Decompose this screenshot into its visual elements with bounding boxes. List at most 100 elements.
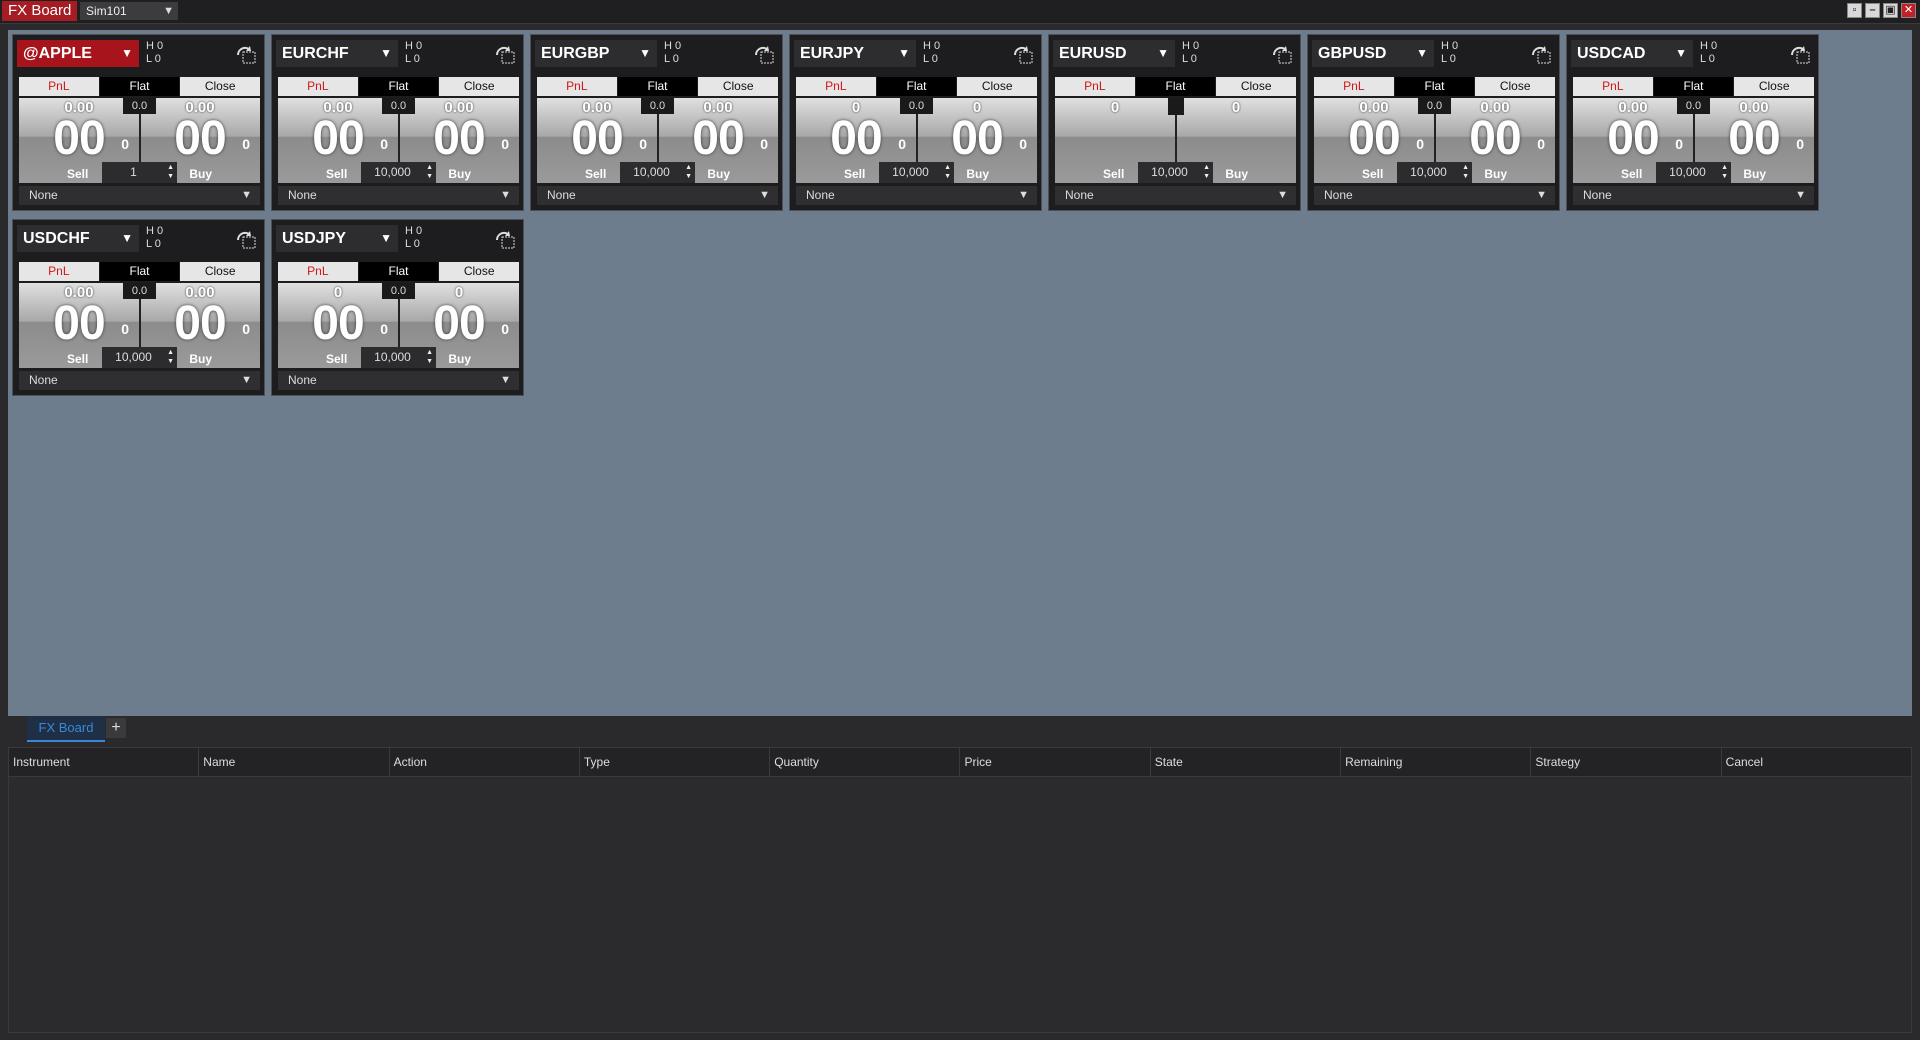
buy-label[interactable]: Buy xyxy=(1225,167,1248,181)
flat-button[interactable]: Flat xyxy=(1394,77,1475,96)
instrument-select[interactable]: USDCAD ▼ xyxy=(1571,40,1693,67)
spinner-arrows-icon[interactable]: ▲ ▼ xyxy=(1462,163,1469,181)
sell-label[interactable]: Sell xyxy=(67,167,88,181)
link-icon[interactable] xyxy=(1529,43,1553,65)
sell-label[interactable]: Sell xyxy=(844,167,865,181)
column-header[interactable]: Cancel xyxy=(1722,748,1911,776)
link-icon[interactable] xyxy=(1788,43,1812,65)
pnl-button[interactable]: PnL xyxy=(278,77,358,96)
column-header[interactable]: Instrument xyxy=(9,748,200,776)
column-header[interactable]: Type xyxy=(580,748,771,776)
pnl-button[interactable]: PnL xyxy=(1314,77,1394,96)
instrument-select[interactable]: EURUSD ▼ xyxy=(1053,40,1175,67)
link-icon[interactable] xyxy=(493,228,517,250)
quantity-stepper[interactable]: 10,000 ▲ ▼ xyxy=(1397,162,1472,183)
flat-button[interactable]: Flat xyxy=(1135,77,1216,96)
close-button[interactable]: Close xyxy=(180,262,261,281)
instrument-select[interactable]: EURJPY ▼ xyxy=(794,40,916,67)
buy-label[interactable]: Buy xyxy=(189,167,212,181)
quantity-stepper[interactable]: 10,000 ▲ ▼ xyxy=(361,347,436,368)
sell-label[interactable]: Sell xyxy=(1103,167,1124,181)
buy-label[interactable]: Buy xyxy=(189,352,212,366)
strategy-select[interactable]: None ▼ xyxy=(278,186,519,205)
strategy-select[interactable]: None ▼ xyxy=(1573,186,1814,205)
quantity-stepper[interactable]: 10,000 ▲ ▼ xyxy=(1138,162,1213,183)
column-header[interactable]: Quantity xyxy=(770,748,961,776)
spinner-arrows-icon[interactable]: ▲ ▼ xyxy=(944,163,951,181)
tab-fx-board[interactable]: FX Board xyxy=(27,716,105,742)
column-header[interactable]: State xyxy=(1151,748,1342,776)
quantity-stepper[interactable]: 10,000 ▲ ▼ xyxy=(1656,162,1731,183)
strategy-select[interactable]: None ▼ xyxy=(19,371,260,390)
instrument-select[interactable]: USDCHF ▼ xyxy=(17,225,139,252)
spinner-arrows-icon[interactable]: ▲ ▼ xyxy=(167,348,174,366)
close-button[interactable]: Close xyxy=(1475,77,1556,96)
buy-label[interactable]: Buy xyxy=(1743,167,1766,181)
sell-label[interactable]: Sell xyxy=(585,167,606,181)
sell-label[interactable]: Sell xyxy=(326,352,347,366)
pnl-button[interactable]: PnL xyxy=(278,262,358,281)
close-button[interactable]: Close xyxy=(1216,77,1297,96)
flat-button[interactable]: Flat xyxy=(1653,77,1734,96)
quantity-stepper[interactable]: 10,000 ▲ ▼ xyxy=(879,162,954,183)
instrument-select[interactable]: EURGBP ▼ xyxy=(535,40,657,67)
link-icon[interactable] xyxy=(752,43,776,65)
buy-label[interactable]: Buy xyxy=(448,167,471,181)
strategy-select[interactable]: None ▼ xyxy=(1314,186,1555,205)
pnl-button[interactable]: PnL xyxy=(537,77,617,96)
pnl-button[interactable]: PnL xyxy=(1573,77,1653,96)
minimize-icon[interactable]: – xyxy=(1865,3,1880,18)
flat-button[interactable]: Flat xyxy=(617,77,698,96)
pnl-button[interactable]: PnL xyxy=(796,77,876,96)
flat-button[interactable]: Flat xyxy=(99,77,180,96)
buy-label[interactable]: Buy xyxy=(966,167,989,181)
quantity-stepper[interactable]: 10,000 ▲ ▼ xyxy=(102,347,177,368)
pnl-button[interactable]: PnL xyxy=(19,262,99,281)
spinner-arrows-icon[interactable]: ▲ ▼ xyxy=(1203,163,1210,181)
spinner-arrows-icon[interactable]: ▲ ▼ xyxy=(685,163,692,181)
quantity-stepper[interactable]: 1 ▲ ▼ xyxy=(102,162,177,183)
column-header[interactable]: Price xyxy=(960,748,1151,776)
strategy-select[interactable]: None ▼ xyxy=(19,186,260,205)
add-tab-button[interactable]: + xyxy=(106,718,126,738)
close-button[interactable]: Close xyxy=(698,77,779,96)
buy-label[interactable]: Buy xyxy=(1484,167,1507,181)
spinner-arrows-icon[interactable]: ▲ ▼ xyxy=(426,348,433,366)
pnl-button[interactable]: PnL xyxy=(1055,77,1135,96)
strategy-select[interactable]: None ▼ xyxy=(537,186,778,205)
column-header[interactable]: Remaining xyxy=(1341,748,1532,776)
sell-label[interactable]: Sell xyxy=(1362,167,1383,181)
flat-button[interactable]: Flat xyxy=(876,77,957,96)
column-header[interactable]: Action xyxy=(390,748,580,776)
instrument-select[interactable]: @APPLE ▼ xyxy=(17,40,139,67)
link-icon[interactable] xyxy=(493,43,517,65)
maximize-icon[interactable]: ▣ xyxy=(1883,3,1898,18)
sell-label[interactable]: Sell xyxy=(67,352,88,366)
instrument-select[interactable]: GBPUSD ▼ xyxy=(1312,40,1434,67)
pnl-button[interactable]: PnL xyxy=(19,77,99,96)
buy-label[interactable]: Buy xyxy=(448,352,471,366)
quantity-stepper[interactable]: 10,000 ▲ ▼ xyxy=(620,162,695,183)
close-button[interactable]: Close xyxy=(957,77,1038,96)
sell-label[interactable]: Sell xyxy=(326,167,347,181)
link-icon[interactable] xyxy=(1270,43,1294,65)
flat-button[interactable]: Flat xyxy=(358,262,439,281)
close-button[interactable]: Close xyxy=(180,77,261,96)
close-button[interactable]: Close xyxy=(439,77,520,96)
instrument-select[interactable]: EURCHF ▼ xyxy=(276,40,398,67)
instrument-select[interactable]: USDJPY ▼ xyxy=(276,225,398,252)
column-header[interactable]: Strategy xyxy=(1531,748,1722,776)
column-header[interactable]: Name xyxy=(199,748,390,776)
restore-icon[interactable]: ▫ xyxy=(1847,3,1862,18)
link-icon[interactable] xyxy=(234,43,258,65)
spinner-arrows-icon[interactable]: ▲ ▼ xyxy=(426,163,433,181)
quantity-stepper[interactable]: 10,000 ▲ ▼ xyxy=(361,162,436,183)
flat-button[interactable]: Flat xyxy=(99,262,180,281)
strategy-select[interactable]: None ▼ xyxy=(1055,186,1296,205)
buy-label[interactable]: Buy xyxy=(707,167,730,181)
account-select[interactable]: Sim101 ▼ xyxy=(80,2,178,20)
spinner-arrows-icon[interactable]: ▲ ▼ xyxy=(167,163,174,181)
link-icon[interactable] xyxy=(1011,43,1035,65)
close-icon[interactable]: ✕ xyxy=(1901,3,1916,18)
sell-label[interactable]: Sell xyxy=(1621,167,1642,181)
